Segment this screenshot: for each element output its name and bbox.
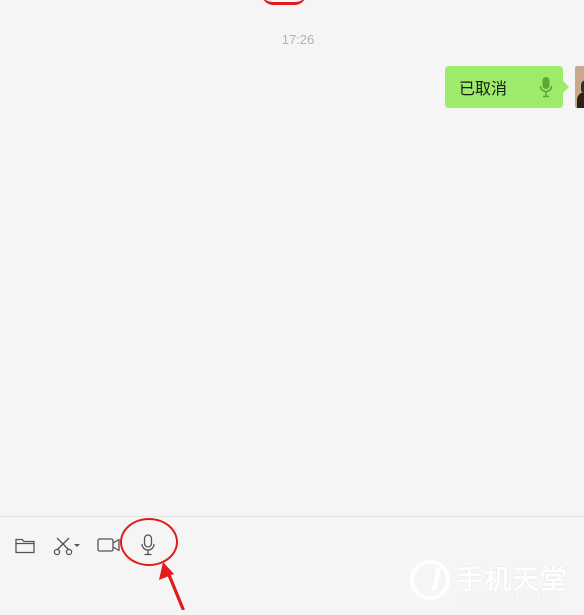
message-timestamp: 17:26 (281, 32, 315, 47)
annotation-circle (120, 518, 178, 566)
annotation-arrow (150, 560, 190, 615)
watermark-logo-icon (410, 560, 450, 600)
message-text: 已取消 (459, 81, 508, 98)
folder-icon[interactable] (13, 533, 37, 557)
annotation-mark-top (262, 0, 306, 5)
chat-message-area: 17:26 已取消 (0, 0, 584, 516)
watermark-url: sj.xpgod.com (460, 590, 555, 606)
bubble-tail (563, 81, 569, 93)
message-bubble[interactable]: 已取消 (445, 66, 569, 108)
scissors-icon[interactable] (52, 533, 82, 557)
mic-icon (539, 76, 553, 98)
watermark: 手机天堂 sj.xpgod.com (408, 556, 584, 609)
avatar[interactable] (575, 66, 584, 108)
